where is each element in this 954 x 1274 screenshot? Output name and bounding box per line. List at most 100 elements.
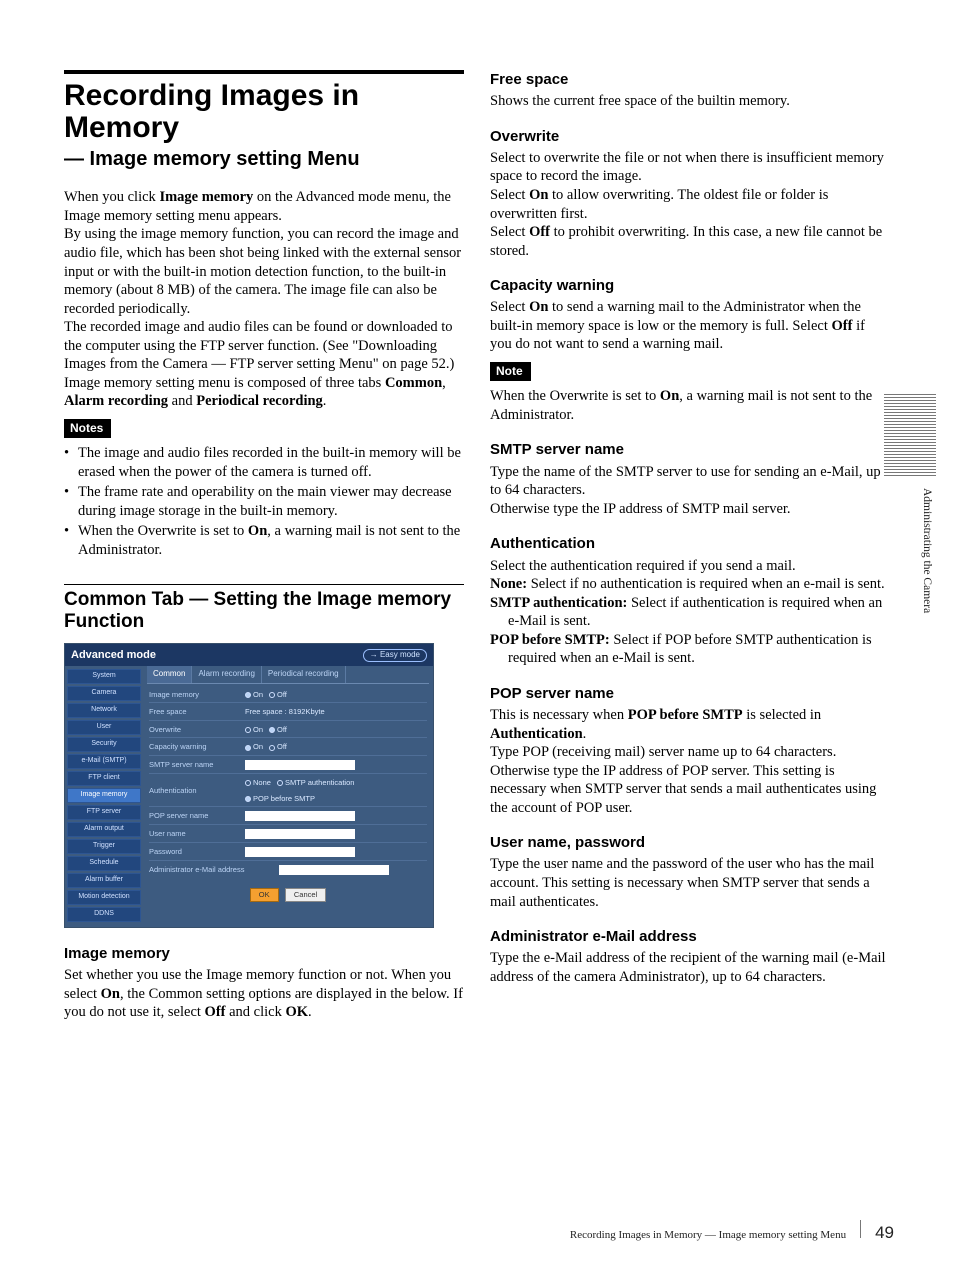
notes-label: Notes xyxy=(64,419,111,438)
text-bold: Off xyxy=(205,1004,226,1020)
page-title: Recording Images in Memory xyxy=(64,80,464,145)
radio-off[interactable]: Off xyxy=(269,742,287,752)
text-bold: On xyxy=(101,986,120,1002)
sidebar-item-image-memory[interactable]: Image memory xyxy=(67,788,141,803)
ok-button[interactable]: OK xyxy=(250,888,279,902)
para-smtp-2: Otherwise type the IP address of SMTP ma… xyxy=(490,500,890,519)
sidebar-item-system[interactable]: System xyxy=(67,669,141,684)
label-authentication: Authentication xyxy=(149,786,245,796)
para-pop-2: Type POP (receiving mail) server name up… xyxy=(490,743,890,817)
sidebar-item-ddns[interactable]: DDNS xyxy=(67,907,141,922)
section-rule xyxy=(64,584,464,585)
radio-off[interactable]: Off xyxy=(269,690,287,700)
note-item: When the Overwrite is set to On, a warni… xyxy=(64,522,464,559)
user-name-input[interactable] xyxy=(245,829,355,839)
radio-pop-before-smtp-label: POP before SMTP xyxy=(253,794,315,803)
text-bold: POP before SMTP xyxy=(628,707,743,723)
ui-titlebar: Advanced mode → Easy mode xyxy=(65,644,433,666)
para-auth-intro: Select the authentication required if yo… xyxy=(490,557,890,576)
heading-pop-server: POP server name xyxy=(490,684,890,703)
text-bold: On xyxy=(248,523,267,539)
sidebar-item-ftp-server[interactable]: FTP server xyxy=(67,805,141,820)
note-label: Note xyxy=(490,362,531,381)
text-bold: OK xyxy=(285,1004,308,1020)
radio-none-label: None xyxy=(253,778,271,787)
password-input[interactable] xyxy=(245,847,355,857)
radio-off[interactable]: Off xyxy=(269,725,287,735)
heading-capacity-warning: Capacity warning xyxy=(490,276,890,295)
row-pop-server: POP server name xyxy=(149,811,427,825)
text: When the Overwrite is set to xyxy=(490,388,660,404)
sidebar-item-network[interactable]: Network xyxy=(67,703,141,718)
radio-on-label: On xyxy=(253,725,263,734)
text: . xyxy=(583,726,587,742)
text: , xyxy=(442,375,446,391)
sidebar-item-camera[interactable]: Camera xyxy=(67,686,141,701)
text-bold: Off xyxy=(529,224,550,240)
cancel-button[interactable]: Cancel xyxy=(285,888,326,902)
radio-smtp-auth[interactable]: SMTP authentication xyxy=(277,778,355,788)
sidebar-item-user[interactable]: User xyxy=(67,720,141,735)
tab-alarm-recording[interactable]: Alarm recording xyxy=(192,666,261,682)
text-bold: POP before SMTP: xyxy=(490,632,610,648)
easy-mode-button[interactable]: → Easy mode xyxy=(363,649,427,661)
text: Select xyxy=(490,224,529,240)
sidebar-item-alarm-buffer[interactable]: Alarm buffer xyxy=(67,873,141,888)
heading-free-space: Free space xyxy=(490,70,890,89)
text: and click xyxy=(225,1004,285,1020)
radio-off-label: Off xyxy=(277,725,287,734)
radio-on[interactable]: On xyxy=(245,725,263,735)
text: Image memory setting menu is composed of… xyxy=(64,375,385,391)
text-bold: SMTP authentication: xyxy=(490,595,627,611)
text: is selected in xyxy=(743,707,822,723)
admin-email-input[interactable] xyxy=(279,865,389,875)
label-password: Password xyxy=(149,847,245,857)
para-overwrite-1: Select to overwrite the file or not when… xyxy=(490,149,890,186)
para-overwrite-3: Select Off to prohibit overwriting. In t… xyxy=(490,223,890,260)
radio-on[interactable]: On xyxy=(245,690,263,700)
sidebar-item-trigger[interactable]: Trigger xyxy=(67,839,141,854)
sidebar-item-alarm-output[interactable]: Alarm output xyxy=(67,822,141,837)
text-bold: None: xyxy=(490,576,527,592)
row-password: Password xyxy=(149,847,427,861)
tab-periodical-recording[interactable]: Periodical recording xyxy=(262,666,346,682)
radio-smtp-auth-label: SMTP authentication xyxy=(285,778,355,787)
radio-on[interactable]: On xyxy=(245,742,263,752)
heading-overwrite: Overwrite xyxy=(490,127,890,146)
row-overwrite: Overwrite On Off xyxy=(149,725,427,739)
sidebar-item-ftp-client[interactable]: FTP client xyxy=(67,771,141,786)
para-image-memory: Set whether you use the Image memory fun… xyxy=(64,966,464,1022)
tab-common[interactable]: Common xyxy=(147,666,192,682)
intro-p1: When you click Image memory on the Advan… xyxy=(64,188,464,225)
heading-smtp-server: SMTP server name xyxy=(490,440,890,459)
smtp-server-input[interactable] xyxy=(245,760,355,770)
label-free-space: Free space xyxy=(149,707,245,717)
text: . xyxy=(308,1004,312,1020)
pop-server-input[interactable] xyxy=(245,811,355,821)
radio-on-label: On xyxy=(253,742,263,751)
sidebar-item-security[interactable]: Security xyxy=(67,737,141,752)
notes-list: The image and audio files recorded in th… xyxy=(64,444,464,559)
label-smtp-server: SMTP server name xyxy=(149,760,245,770)
note-text: When the Overwrite is set to On, a warni… xyxy=(490,387,890,424)
text: Select if no authentication is required … xyxy=(527,576,885,592)
auth-item-smtp: SMTP authentication: Select if authentic… xyxy=(490,594,890,631)
radio-off-label: Off xyxy=(277,742,287,751)
radio-pop-before-smtp[interactable]: POP before SMTP xyxy=(245,794,315,804)
sidebar-item-motion-detection[interactable]: Motion detection xyxy=(67,890,141,905)
text: Select xyxy=(490,299,529,315)
sidebar-item-email-smtp[interactable]: e-Mail (SMTP) xyxy=(67,754,141,769)
footer-separator xyxy=(860,1220,861,1238)
para-free-space: Shows the current free space of the buil… xyxy=(490,92,890,111)
intro-p3: The recorded image and audio files can b… xyxy=(64,318,464,374)
heading-admin-email: Administrator e-Mail address xyxy=(490,927,890,946)
text: This is necessary when xyxy=(490,707,628,723)
heading-authentication: Authentication xyxy=(490,534,890,553)
row-image-memory: Image memory On Off xyxy=(149,690,427,704)
radio-none[interactable]: None xyxy=(245,778,271,788)
sidebar-item-schedule[interactable]: Schedule xyxy=(67,856,141,871)
text-bold: Alarm recording xyxy=(64,393,168,409)
row-authentication: Authentication None SMTP authentication … xyxy=(149,778,427,807)
page-number: 49 xyxy=(875,1222,894,1244)
text-bold: Off xyxy=(832,318,853,334)
